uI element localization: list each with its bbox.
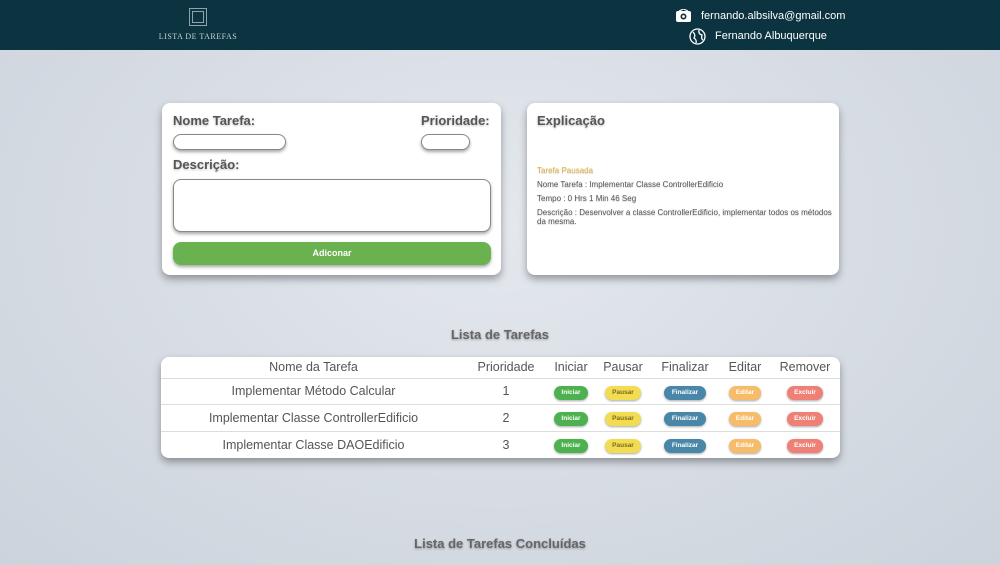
tasks-table-card: Nome da Tarefa Prioridade Iniciar Pausar… xyxy=(161,357,840,458)
col-header-pause: Pausar xyxy=(603,360,643,375)
edit-button[interactable]: Editar xyxy=(729,385,761,400)
delete-button[interactable]: Excluir xyxy=(787,412,823,427)
task-status: Tarefa Pausada xyxy=(537,166,594,175)
pause-button[interactable]: Pausar xyxy=(605,385,641,400)
task-name-input[interactable] xyxy=(173,134,286,150)
delete-button[interactable]: Excluir xyxy=(787,439,823,453)
table-header-row: Nome da Tarefa Prioridade Iniciar Pausar… xyxy=(161,357,840,378)
priority-input[interactable] xyxy=(421,134,470,150)
task-form-card: Nome Tarefa: Prioridade: Descrição: Adic… xyxy=(162,103,501,275)
globe-user-icon xyxy=(688,27,706,45)
finish-button[interactable]: Finalizar xyxy=(664,412,706,427)
table-row: Implementar Classe ControllerEdificio 2 … xyxy=(161,404,840,431)
user-name-row: Fernando Albuquerque xyxy=(688,27,827,45)
explanation-title: Explicação xyxy=(537,113,605,128)
start-button[interactable]: Iniciar xyxy=(554,412,588,427)
app-logo[interactable]: LISTA DE TAREFAS xyxy=(158,6,238,41)
user-name[interactable]: Fernando Albuquerque xyxy=(715,30,827,42)
task-name-label: Nome Tarefa: xyxy=(173,113,256,128)
task-name-cell: Implementar Método Calcular xyxy=(161,377,466,405)
envelope-icon xyxy=(674,8,692,24)
top-header: LISTA DE TAREFAS fernando.albsilva@gmail… xyxy=(0,0,1000,50)
table-row: Implementar Método Calcular 1 Iniciar Pa… xyxy=(161,377,840,405)
start-button[interactable]: Iniciar xyxy=(554,439,588,453)
col-header-start: Iniciar xyxy=(554,360,588,375)
pause-button[interactable]: Pausar xyxy=(605,439,641,453)
task-name-cell: Implementar Classe ControllerEdificio xyxy=(161,404,466,431)
col-header-priority: Prioridade xyxy=(477,360,535,375)
explanation-card: Explicação Tarefa Pausada Nome Tarefa : … xyxy=(527,103,839,275)
task-priority-cell: 2 xyxy=(466,404,546,431)
col-header-name: Nome da Tarefa xyxy=(269,360,358,375)
explanation-task-name: Nome Tarefa : Implementar Classe Control… xyxy=(537,180,724,189)
stacked-squares-icon xyxy=(187,6,209,28)
col-header-finish: Finalizar xyxy=(661,360,709,375)
user-email: fernando.albsilva@gmail.com xyxy=(701,10,846,22)
col-header-edit: Editar xyxy=(728,360,762,375)
description-label: Descrição: xyxy=(173,157,240,172)
pause-button[interactable]: Pausar xyxy=(605,412,641,427)
explanation-description: Descrição : Desenvolver a classe Control… xyxy=(537,208,832,226)
start-button[interactable]: Iniciar xyxy=(554,385,588,400)
finish-button[interactable]: Finalizar xyxy=(664,439,706,453)
delete-button[interactable]: Excluir xyxy=(787,385,823,400)
edit-button[interactable]: Editar xyxy=(729,412,761,427)
col-header-remove: Remover xyxy=(779,360,831,375)
explanation-time: Tempo : 0 Hrs 1 Min 46 Seg xyxy=(537,194,637,203)
description-textarea[interactable] xyxy=(173,179,491,232)
edit-button[interactable]: Editar xyxy=(729,439,761,453)
table-row: Implementar Classe DAOEdificio 3 Iniciar… xyxy=(161,430,840,458)
tasks-section-title: Lista de Tarefas xyxy=(450,327,550,342)
logo-text: LISTA DE TAREFAS xyxy=(158,32,238,41)
task-name-cell: Implementar Classe DAOEdificio xyxy=(161,430,466,458)
priority-label: Prioridade: xyxy=(421,113,490,128)
user-email-row: fernando.albsilva@gmail.com xyxy=(674,8,845,24)
finish-button[interactable]: Finalizar xyxy=(664,385,706,400)
task-priority-cell: 3 xyxy=(466,430,546,458)
completed-section-title: Lista de Tarefas Concluídas xyxy=(414,536,586,551)
add-task-button[interactable]: Adiconar xyxy=(173,242,491,265)
tasks-table: Nome da Tarefa Prioridade Iniciar Pausar… xyxy=(161,357,840,458)
task-priority-cell: 1 xyxy=(466,377,546,405)
